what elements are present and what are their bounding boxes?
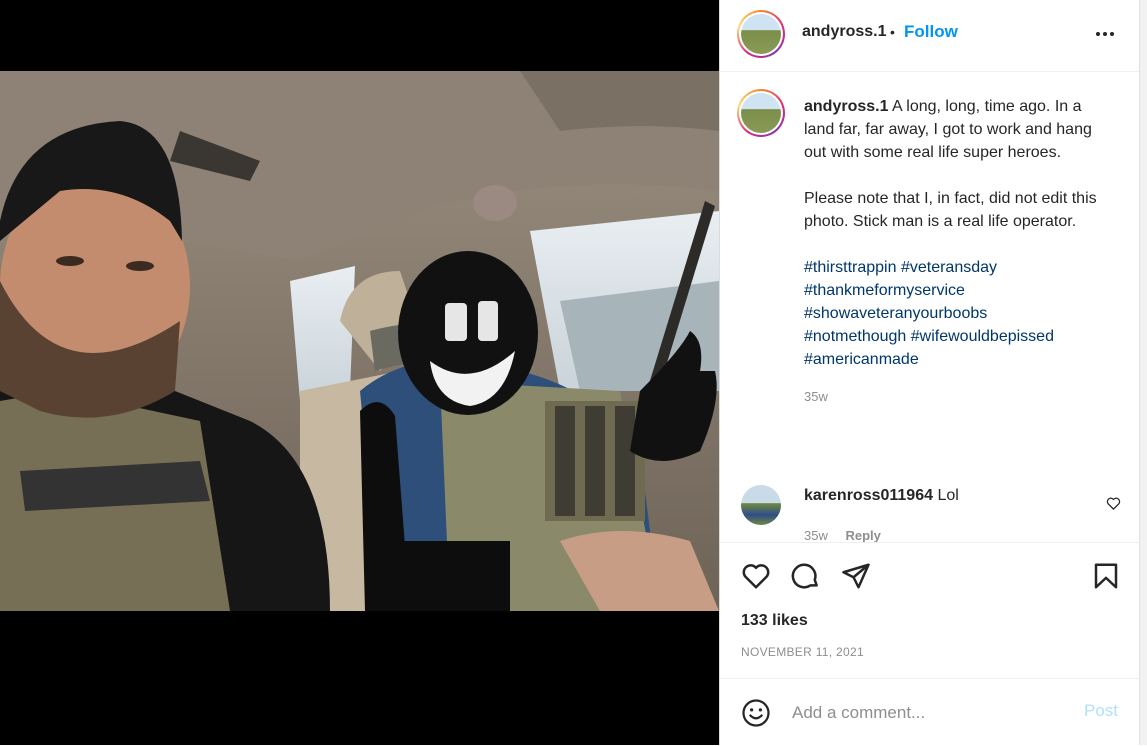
follow-button[interactable]: Follow [904,22,958,42]
save-icon[interactable] [1091,561,1121,591]
scrollbar[interactable] [1139,0,1147,745]
commenter-username[interactable]: karenross011964 [804,487,933,504]
caption-text-2: Please note that I, in fact, did not edi… [804,190,1097,230]
author-username[interactable]: andyross.1 [802,23,886,41]
hashtag-link[interactable]: #thirsttrappin [804,259,897,276]
comments-section[interactable]: andyross.1 A long, long, time ago. In a … [720,72,1140,542]
post-header: andyross.1 • Follow [720,0,1140,72]
post-date[interactable]: NOVEMBER 11, 2021 [741,645,864,659]
comment-timestamp[interactable]: 35w [804,528,828,542]
hashtag-link[interactable]: #notmethough [804,328,906,345]
comment-item: karenross011964 Lol 35w Reply [720,480,1140,542]
commenter-avatar[interactable] [741,485,781,525]
hashtag-link[interactable]: #wifewouldbepissed [911,328,1054,345]
like-icon[interactable] [741,561,771,591]
comment-meta: 35w Reply [804,528,881,542]
hashtag-link[interactable]: #veteransday [901,259,997,276]
more-options-icon[interactable] [1093,22,1117,46]
caption-username[interactable]: andyross.1 [804,98,888,115]
comment-text: Lol [937,487,959,504]
post-sidebar: andyross.1 • Follow andyross.1 A long, l… [719,0,1140,745]
caption-hashtags: #thirsttrappin #veteransday #thankmeform… [804,256,1114,371]
post-media [0,0,719,745]
post-caption: andyross.1 A long, long, time ago. In a … [804,95,1114,408]
comment-icon[interactable] [791,561,821,591]
author-avatar[interactable] [737,10,785,58]
separator-dot: • [890,24,895,40]
hashtag-link[interactable]: #showaveteranyourboobs [804,305,987,322]
post-comment-button[interactable]: Post [1084,701,1118,721]
comment-body: karenross011964 Lol [804,487,959,505]
comment-input[interactable] [790,700,1064,726]
add-comment-bar: Post [720,678,1140,746]
emoji-icon[interactable] [741,698,771,728]
hashtag-link[interactable]: #americanmade [804,351,919,368]
post-photo[interactable] [0,71,719,611]
like-count[interactable]: 133 likes [741,612,808,630]
caption-author-avatar[interactable] [737,89,785,137]
action-bar [720,542,1140,613]
comment-like-icon[interactable] [1106,496,1121,511]
hashtag-link[interactable]: #thankmeformyservice [804,282,965,299]
reply-button[interactable]: Reply [845,528,880,542]
share-icon[interactable] [841,561,871,591]
caption-timestamp[interactable]: 35w [804,385,1114,408]
